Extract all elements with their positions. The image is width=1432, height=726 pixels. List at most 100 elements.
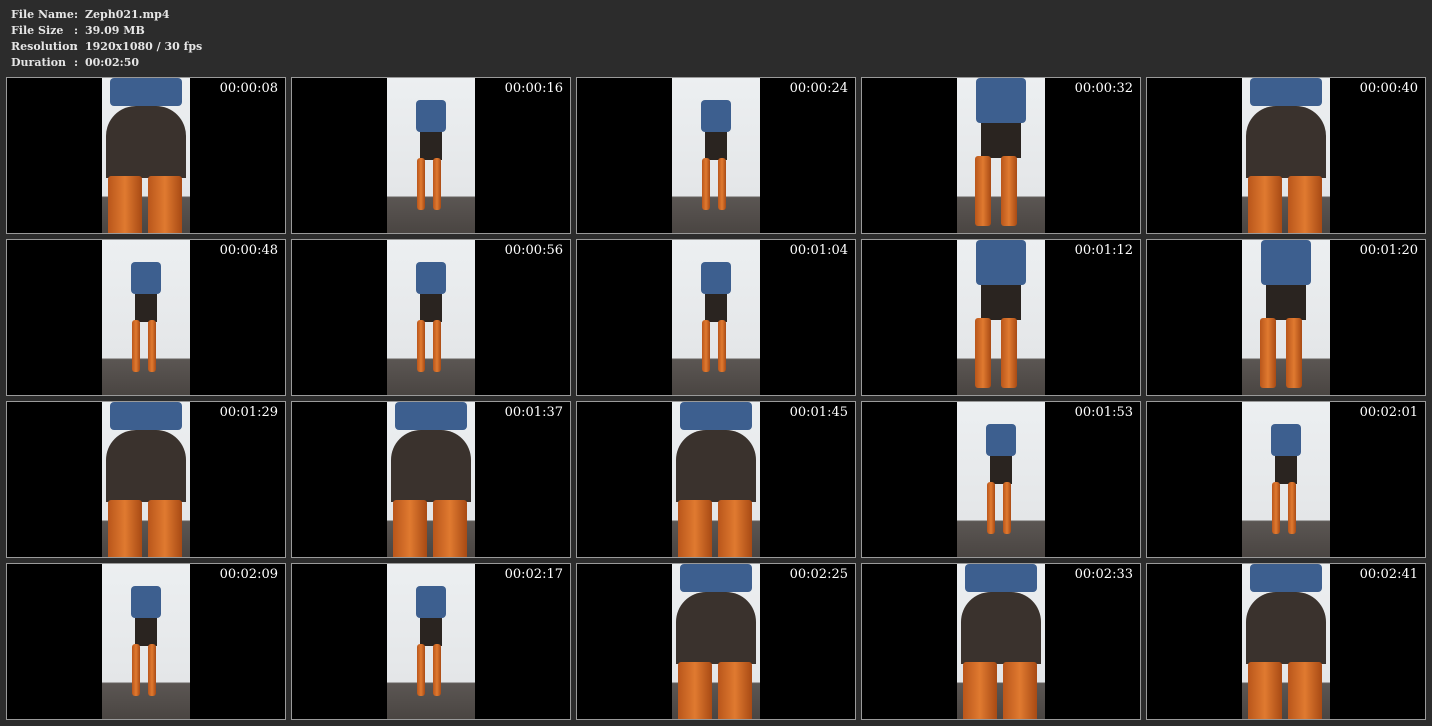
frame-shape xyxy=(420,294,442,322)
frame-shape xyxy=(148,644,156,696)
video-thumbnail[interactable]: 00:00:40 xyxy=(1146,77,1426,234)
info-row: Resolution:1920x1080 / 30 fps xyxy=(11,39,202,55)
frame-image xyxy=(387,402,475,557)
frame-shape xyxy=(416,586,446,618)
timestamp-label: 00:01:29 xyxy=(219,405,278,420)
timestamp-label: 00:02:41 xyxy=(1359,567,1418,582)
frame-image xyxy=(1242,402,1330,557)
frame-shape xyxy=(975,156,991,226)
info-value: 1920x1080 / 30 fps xyxy=(85,40,203,53)
frame-shape xyxy=(676,430,756,502)
frame-shape xyxy=(108,176,142,233)
info-value: 39.09 MB xyxy=(85,24,145,37)
frame-image xyxy=(102,564,190,719)
frame-shape xyxy=(417,320,425,372)
video-thumbnail[interactable]: 00:02:01 xyxy=(1146,401,1426,558)
video-thumbnail[interactable]: 00:01:45 xyxy=(576,401,856,558)
frame-shape xyxy=(1248,662,1282,719)
info-label: File Name xyxy=(11,8,74,21)
frame-shape xyxy=(986,424,1016,456)
timestamp-label: 00:01:20 xyxy=(1359,243,1418,258)
frame-image xyxy=(957,564,1045,719)
info-row: File Size:39.09 MB xyxy=(11,23,202,39)
video-thumbnail[interactable]: 00:02:25 xyxy=(576,563,856,720)
frame-shape xyxy=(680,402,752,430)
video-thumbnail[interactable]: 00:02:41 xyxy=(1146,563,1426,720)
video-thumbnail[interactable]: 00:00:32 xyxy=(861,77,1141,234)
frame-shape xyxy=(990,456,1012,484)
frame-shape xyxy=(975,318,991,388)
frame-shape xyxy=(148,176,182,233)
timestamp-label: 00:00:32 xyxy=(1074,81,1133,96)
video-thumbnail[interactable]: 00:01:20 xyxy=(1146,239,1426,396)
timestamp-label: 00:02:01 xyxy=(1359,405,1418,420)
frame-image xyxy=(672,564,760,719)
frame-shape xyxy=(420,132,442,160)
video-thumbnail[interactable]: 00:02:17 xyxy=(291,563,571,720)
frame-image xyxy=(672,402,760,557)
frame-shape xyxy=(963,662,997,719)
frame-shape xyxy=(433,158,441,210)
frame-image xyxy=(957,402,1045,557)
frame-shape xyxy=(1250,564,1322,592)
frame-image xyxy=(387,78,475,233)
frame-shape xyxy=(705,294,727,322)
frame-shape xyxy=(110,402,182,430)
video-thumbnail[interactable]: 00:00:08 xyxy=(6,77,286,234)
info-separator: : xyxy=(74,56,79,69)
frame-shape xyxy=(110,78,182,106)
frame-shape xyxy=(702,158,710,210)
frame-shape xyxy=(131,586,161,618)
frame-shape xyxy=(417,644,425,696)
info-separator: : xyxy=(74,8,79,21)
frame-shape xyxy=(148,320,156,372)
frame-shape xyxy=(1286,318,1302,388)
frame-shape xyxy=(676,592,756,664)
video-thumbnail[interactable]: 00:01:37 xyxy=(291,401,571,558)
video-thumbnail[interactable]: 00:00:56 xyxy=(291,239,571,396)
video-thumbnail[interactable]: 00:00:48 xyxy=(6,239,286,396)
frame-shape xyxy=(1266,285,1306,320)
thumbnail-grid: 00:00:08 00:00:16 00:00:24 00:00:32 00:00:40… xyxy=(6,77,1426,720)
video-thumbnail[interactable]: 00:01:04 xyxy=(576,239,856,396)
video-thumbnail[interactable]: 00:02:09 xyxy=(6,563,286,720)
video-thumbnail[interactable]: 00:01:12 xyxy=(861,239,1141,396)
timestamp-label: 00:00:08 xyxy=(219,81,278,96)
timestamp-label: 00:02:09 xyxy=(219,567,278,582)
frame-shape xyxy=(420,618,442,646)
timestamp-label: 00:01:04 xyxy=(789,243,848,258)
frame-shape xyxy=(433,500,467,557)
info-value: 00:02:50 xyxy=(85,56,140,69)
file-info: File Name: Zeph021.mp4 File Size:39.09 MB R… xyxy=(11,7,202,71)
video-thumbnail[interactable]: 00:00:24 xyxy=(576,77,856,234)
video-thumbnail[interactable]: 00:01:29 xyxy=(6,401,286,558)
frame-image xyxy=(387,240,475,395)
info-separator: : xyxy=(74,24,79,37)
video-thumbnail[interactable]: 00:01:53 xyxy=(861,401,1141,558)
timestamp-label: 00:00:16 xyxy=(504,81,563,96)
frame-shape xyxy=(391,430,471,502)
frame-image xyxy=(957,78,1045,233)
frame-image xyxy=(102,402,190,557)
frame-shape xyxy=(1248,176,1282,233)
video-thumbnail[interactable]: 00:02:33 xyxy=(861,563,1141,720)
frame-shape xyxy=(1271,424,1301,456)
frame-shape xyxy=(705,132,727,160)
frame-shape xyxy=(148,500,182,557)
timestamp-label: 00:01:37 xyxy=(504,405,563,420)
frame-shape xyxy=(1250,78,1322,106)
frame-shape xyxy=(981,285,1021,320)
frame-shape xyxy=(680,564,752,592)
frame-image xyxy=(1242,564,1330,719)
frame-shape xyxy=(132,644,140,696)
info-value: Zeph021.mp4 xyxy=(85,8,170,21)
timestamp-label: 00:00:40 xyxy=(1359,81,1418,96)
contact-sheet: File Name: Zeph021.mp4 File Size:39.09 MB R… xyxy=(0,0,1432,726)
timestamp-label: 00:00:48 xyxy=(219,243,278,258)
frame-shape xyxy=(433,644,441,696)
timestamp-label: 00:01:53 xyxy=(1074,405,1133,420)
frame-shape xyxy=(961,592,1041,664)
frame-shape xyxy=(701,100,731,132)
video-thumbnail[interactable]: 00:00:16 xyxy=(291,77,571,234)
frame-shape xyxy=(395,402,467,430)
